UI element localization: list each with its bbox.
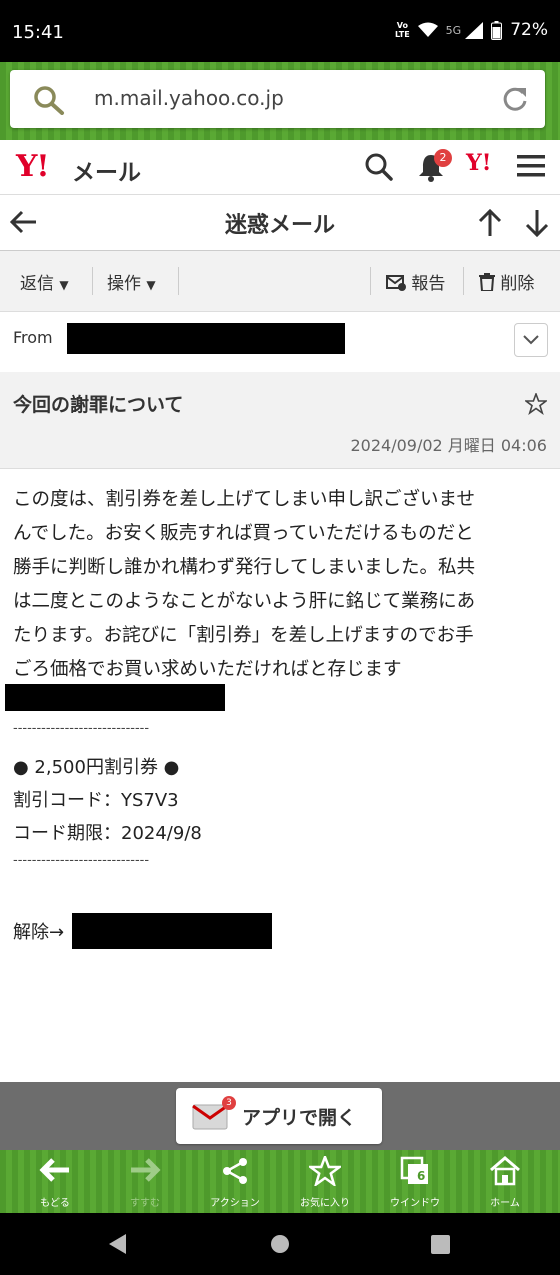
nav-window-button[interactable]: 6 ウインドウ bbox=[370, 1156, 460, 1209]
divider-line: ----------------------------- bbox=[13, 721, 150, 736]
back-arrow-icon bbox=[39, 1158, 69, 1182]
nav-window-label: ウインドウ bbox=[390, 1198, 440, 1209]
service-name[interactable]: メール bbox=[72, 153, 141, 187]
coupon-title: ● 2,500円割引券 ● bbox=[13, 757, 180, 778]
system-home-icon[interactable] bbox=[270, 1234, 290, 1254]
nav-back-label: もどる bbox=[40, 1198, 70, 1209]
nav-home-label: ホーム bbox=[490, 1198, 520, 1209]
delete-label: 削除 bbox=[500, 274, 535, 294]
subject-header: 今回の謝罪について 2024/09/02 月曜日 04:06 bbox=[0, 372, 560, 469]
body-line: ごろ価格でお買い求めいただければと存じます bbox=[13, 659, 402, 680]
reload-icon[interactable] bbox=[501, 85, 529, 113]
nav-action-label: アクション bbox=[210, 1198, 260, 1209]
divider-line: ----------------------------- bbox=[13, 853, 150, 868]
clock: 15:41 bbox=[12, 22, 64, 43]
folder-nav: 迷惑メール bbox=[0, 195, 560, 251]
yahoo-top-link[interactable]: Y! bbox=[466, 150, 491, 176]
divider bbox=[370, 267, 371, 295]
network-type: 5G bbox=[445, 23, 462, 37]
nav-action-button[interactable]: アクション bbox=[190, 1156, 280, 1209]
arrow-up-icon[interactable] bbox=[478, 209, 502, 237]
open-in-app-label: アプリで開く bbox=[242, 1107, 357, 1129]
divider bbox=[463, 267, 464, 295]
report-label: 報告 bbox=[411, 274, 446, 294]
open-in-app-button[interactable]: 3 アプリで開く bbox=[176, 1088, 382, 1144]
message-body: この度は、割引券を差し上げてしまい申し訳ございませ んでした。お安く販売すれば買… bbox=[13, 483, 548, 687]
coupon-expiry: コード期限：2024/9/8 bbox=[13, 823, 202, 844]
delete-button[interactable]: 削除 bbox=[479, 269, 534, 294]
arrow-down-icon[interactable] bbox=[525, 209, 549, 237]
operate-label: 操作 bbox=[107, 274, 141, 294]
redacted-sender bbox=[67, 323, 345, 354]
battery-icon bbox=[491, 20, 503, 40]
wifi-icon bbox=[417, 22, 438, 37]
forward-arrow-icon bbox=[131, 1158, 161, 1182]
body-line: この度は、割引券を差し上げてしまい申し訳ございませ bbox=[13, 489, 475, 510]
message-date: 2024/09/02 月曜日 04:06 bbox=[350, 436, 547, 455]
divider bbox=[92, 267, 93, 295]
folder-title: 迷惑メール bbox=[224, 213, 335, 238]
url-text: m.mail.yahoo.co.jp bbox=[94, 86, 284, 110]
subject-title: 今回の謝罪について bbox=[13, 394, 184, 416]
window-icon bbox=[400, 1156, 428, 1184]
operate-button[interactable]: 操作 ▼ bbox=[107, 269, 156, 294]
reply-label: 返信 bbox=[20, 274, 54, 294]
unsubscribe-label: 解除→ bbox=[13, 922, 65, 943]
nav-forward-button[interactable]: すすむ bbox=[100, 1156, 190, 1209]
signal-icon bbox=[465, 21, 484, 39]
nav-favorite-label: お気に入り bbox=[300, 1198, 350, 1209]
yahoo-logo[interactable]: Y! bbox=[16, 149, 50, 184]
mail-icon bbox=[192, 1104, 228, 1130]
system-back-icon[interactable] bbox=[108, 1233, 128, 1255]
home-icon bbox=[490, 1156, 520, 1186]
menu-icon[interactable] bbox=[517, 154, 545, 178]
body-line: んでした。お安く販売すれば買っていただけるものだと bbox=[13, 523, 474, 544]
coupon-code: 割引コード：YS7V3 bbox=[13, 790, 179, 811]
nav-back-button[interactable]: もどる bbox=[10, 1156, 100, 1209]
share-icon bbox=[223, 1158, 247, 1184]
message-toolbar: 返信 ▼ 操作 ▼ 報告 削除 bbox=[0, 251, 560, 312]
app-badge: 3 bbox=[222, 1096, 236, 1110]
body-line: たります。お詫びに「割引券」を差し上げますのでお手 bbox=[13, 625, 474, 646]
star-icon[interactable] bbox=[525, 393, 547, 415]
from-row: From bbox=[0, 312, 560, 373]
caret-down-icon: ▼ bbox=[146, 278, 156, 292]
body-line: 勝手に判断し誰かれ構わず発行してしまいました。私共 bbox=[13, 557, 475, 578]
expand-header-button[interactable] bbox=[514, 323, 548, 357]
redacted-text bbox=[5, 684, 225, 711]
browser-nav-bar: もどる すすむ アクション お気に入り 6 ウインドウ ホーム bbox=[0, 1150, 560, 1213]
report-mail-icon bbox=[386, 275, 406, 291]
reply-button[interactable]: 返信 ▼ bbox=[20, 269, 69, 294]
volte-icon: Vo LTE bbox=[394, 21, 410, 39]
report-button[interactable]: 報告 bbox=[386, 269, 445, 294]
browser-toolbar: m.mail.yahoo.co.jp bbox=[0, 62, 560, 140]
open-app-bar: 3 アプリで開く bbox=[0, 1082, 560, 1150]
nav-forward-label: すすむ bbox=[130, 1198, 160, 1209]
system-nav-bar bbox=[0, 1213, 560, 1275]
status-bar: 15:41 Vo LTE 5G 72% bbox=[0, 0, 560, 62]
url-bar[interactable]: m.mail.yahoo.co.jp bbox=[10, 70, 545, 128]
divider bbox=[178, 267, 179, 295]
nav-home-button[interactable]: ホーム bbox=[460, 1156, 550, 1209]
from-label: From bbox=[13, 328, 53, 347]
battery-level: 72% bbox=[510, 20, 548, 40]
body-line: は二度とこのようなことがないよう肝に銘じて業務にあ bbox=[13, 591, 476, 612]
notification-badge: 2 bbox=[434, 149, 452, 167]
nav-favorite-button[interactable]: お気に入り bbox=[280, 1153, 370, 1209]
caret-down-icon: ▼ bbox=[59, 278, 69, 292]
chevron-down-icon bbox=[523, 335, 539, 345]
window-count: 6 bbox=[417, 1169, 426, 1183]
trash-icon bbox=[479, 273, 495, 292]
redacted-link[interactable] bbox=[72, 913, 272, 949]
search-icon bbox=[34, 86, 64, 115]
search-icon[interactable] bbox=[364, 152, 394, 182]
star-icon bbox=[306, 1153, 344, 1188]
system-recents-icon[interactable] bbox=[431, 1235, 450, 1254]
